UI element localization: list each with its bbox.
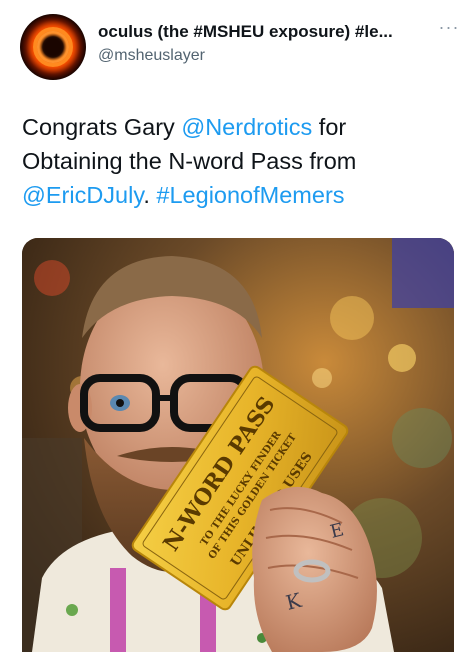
photo-illustration: N-WORD PASS TO THE LUCKY FINDER OF THIS … — [22, 238, 454, 652]
mention-link[interactable]: @EricDJuly — [22, 182, 143, 208]
hashtag-link[interactable]: #LegionofMemers — [156, 182, 344, 208]
tweet-text-part: Obtaining the N-word Pass from — [22, 148, 357, 174]
tweet-text: Congrats Gary @Nerdrotics for Obtaining … — [22, 110, 462, 212]
tweet-text-part: . — [143, 182, 157, 208]
tweet: oculus (the #MSHEU exposure) #le... @msh… — [0, 0, 474, 652]
tweet-text-part: Congrats Gary — [22, 114, 182, 140]
user-handle[interactable]: @msheuslayer — [98, 47, 205, 65]
tweet-photo[interactable]: N-WORD PASS TO THE LUCKY FINDER OF THIS … — [22, 238, 454, 652]
mention-link[interactable]: @Nerdrotics — [181, 114, 312, 140]
fire-ring-icon — [33, 27, 73, 67]
more-horizontal-icon[interactable]: ··· — [434, 18, 464, 40]
tweet-text-part: for — [312, 114, 347, 140]
avatar[interactable] — [20, 14, 86, 80]
display-name[interactable]: oculus (the #MSHEU exposure) #le... — [98, 22, 428, 42]
